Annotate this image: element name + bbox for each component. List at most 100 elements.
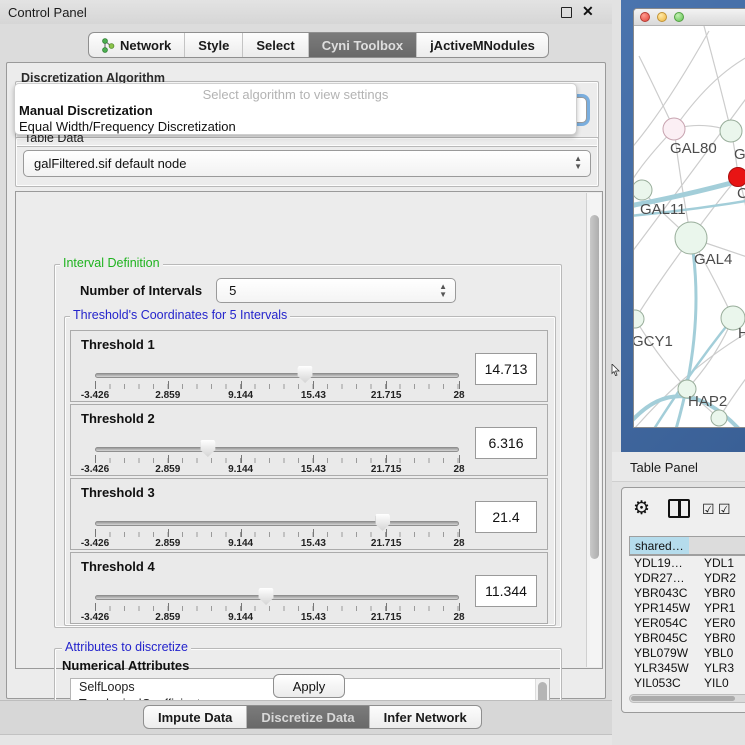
threshold-slider[interactable]: -3.4262.8599.14415.4321.71528	[95, 591, 459, 623]
tick-mark	[241, 603, 242, 611]
tick-label: 21.715	[371, 464, 402, 475]
tick-mark	[459, 381, 460, 389]
network-node[interactable]	[634, 310, 644, 328]
column-header[interactable]: na	[689, 537, 745, 554]
cyni-content-panel: Discretization Algorithm ▲▼ Select algor…	[6, 62, 606, 699]
network-graph: GAL80GAGAL11CGAL4GCY1HHAP2	[634, 26, 745, 428]
table-row[interactable]: YDR27… YDR2	[629, 571, 745, 586]
tick-label: 9.144	[228, 464, 253, 475]
top-tab[interactable]: Select	[243, 33, 308, 57]
bottom-tab[interactable]: Infer Network	[370, 706, 481, 728]
table-cell: YDL1	[699, 556, 736, 571]
apply-button[interactable]: Apply	[273, 674, 345, 698]
network-edge[interactable]	[635, 319, 687, 389]
number-of-intervals-combobox[interactable]: 5 ▲▼	[216, 278, 456, 303]
table-horizontal-scrollbar[interactable]	[629, 694, 745, 703]
table-row[interactable]: YIL053C YIL0	[629, 676, 745, 691]
threshold-value-field[interactable]: 14.713	[475, 353, 537, 385]
split-view-icon[interactable]	[668, 499, 690, 518]
threshold-value-field[interactable]: 21.4	[475, 501, 537, 533]
network-edge[interactable]	[639, 56, 674, 129]
slider-thumb[interactable]	[298, 366, 313, 383]
table-row[interactable]: YDL19… YDL1	[629, 556, 745, 571]
threshold-slider[interactable]: -3.4262.8599.14415.4321.71528	[95, 443, 459, 475]
slider-tick-labels: -3.4262.8599.14415.4321.71528	[95, 464, 459, 476]
table-row[interactable]: YER054C YER0	[629, 616, 745, 631]
slider-thumb[interactable]	[375, 514, 390, 531]
threshold-slider[interactable]: -3.4262.8599.14415.4321.71528	[95, 369, 459, 401]
network-window[interactable]: GAL80GAGAL11CGAL4GCY1HHAP2	[633, 8, 745, 428]
slider-track[interactable]	[95, 447, 459, 452]
table-row[interactable]: YBR043C YBR0	[629, 586, 745, 601]
table-cell: YER0	[699, 616, 737, 631]
dropdown-option[interactable]: Equal Width/Frequency Discretization	[15, 119, 576, 135]
column-header[interactable]: shared…	[630, 537, 689, 554]
table-row[interactable]: YBL079W YBL0	[629, 646, 745, 661]
tick-label: 15.43	[301, 538, 326, 549]
top-tab[interactable]: jActiveMNodules	[417, 33, 548, 57]
network-node-label: H	[738, 325, 745, 342]
table-cell: YIL0	[699, 676, 731, 691]
zoom-traffic-light-icon[interactable]	[674, 12, 684, 22]
panel-scrollbar[interactable]	[586, 193, 601, 667]
top-tab[interactable]: Network	[89, 33, 185, 57]
gear-icon[interactable]: ⚙	[633, 499, 650, 518]
slider-thumb[interactable]	[259, 588, 274, 605]
status-strip	[0, 734, 612, 745]
threshold-value: 11.344	[485, 583, 527, 599]
right-column: GAL80GAGAL11CGAL4GCY1HHAP2 Table Panel ⚙…	[612, 0, 745, 745]
network-node[interactable]	[663, 118, 685, 140]
panel-scrollbar-thumb[interactable]	[590, 215, 599, 559]
slider-track[interactable]	[95, 373, 459, 378]
network-edge[interactable]	[704, 26, 731, 131]
slider-thumb[interactable]	[200, 440, 215, 457]
network-node[interactable]	[711, 410, 727, 426]
threshold-value-field[interactable]: 6.316	[475, 427, 537, 459]
table-data-combobox[interactable]: galFiltered.sif default node ▲▼	[23, 150, 591, 177]
tick-label: -3.426	[81, 538, 109, 549]
minimize-traffic-light-icon[interactable]	[657, 12, 667, 22]
slider-track[interactable]	[95, 595, 459, 600]
top-tab[interactable]: Cyni Toolbox	[309, 33, 417, 57]
network-node[interactable]	[675, 222, 707, 254]
threshold-label: Threshold 4	[81, 559, 155, 574]
network-node-label: C	[737, 185, 745, 202]
bottom-tabbar: Impute Data Discretize Data Infer Networ…	[143, 705, 482, 729]
float-window-icon[interactable]	[561, 7, 572, 18]
network-node[interactable]	[634, 180, 652, 200]
combo-stepper-icon: ▲▼	[439, 283, 447, 299]
close-icon[interactable]: ✕	[582, 3, 594, 20]
combo-stepper-icon: ▲▼	[574, 155, 582, 171]
slider-ticks	[95, 530, 459, 537]
top-tab-label: Style	[198, 38, 229, 53]
table-row[interactable]: YBR045C YBR0	[629, 631, 745, 646]
bottom-tab-label: Discretize Data	[261, 710, 354, 725]
checkbox-icon[interactable]: ☑	[702, 501, 715, 518]
bottom-tab[interactable]: Discretize Data	[247, 706, 369, 728]
interval-definition-label: Interval Definition	[60, 256, 163, 270]
close-traffic-light-icon[interactable]	[640, 12, 650, 22]
table-row[interactable]: YPR145W YPR1	[629, 601, 745, 616]
number-of-intervals-label: Number of Intervals	[80, 283, 202, 298]
threshold-slider[interactable]: -3.4262.8599.14415.4321.71528	[95, 517, 459, 549]
table-cell: YIL053C	[629, 676, 699, 691]
tick-mark	[459, 529, 460, 537]
dropdown-option[interactable]: Manual Discretization	[15, 103, 576, 119]
threshold-value-field[interactable]: 11.344	[475, 575, 537, 607]
tick-label: 9.144	[228, 612, 253, 623]
checkbox-icon[interactable]: ☑	[718, 501, 731, 518]
network-canvas[interactable]: GAL80GAGAL11CGAL4GCY1HHAP2	[634, 26, 745, 428]
network-node[interactable]	[729, 168, 745, 187]
bottom-tab[interactable]: Impute Data	[144, 706, 247, 728]
network-node[interactable]	[720, 120, 742, 142]
dropdown-option-label: Manual Discretization	[19, 103, 153, 118]
slider-track[interactable]	[95, 521, 459, 526]
threshold-row: Threshold 3 -3.4262.8599.14415.4321.7152…	[70, 478, 548, 550]
panel-title: Control Panel	[8, 5, 87, 20]
network-edge[interactable]	[674, 51, 745, 129]
scrollbar-thumb[interactable]	[631, 696, 735, 701]
table-row[interactable]: YLR345W YLR3	[629, 661, 745, 676]
top-tab-label: Select	[256, 38, 294, 53]
top-tab[interactable]: Style	[185, 33, 243, 57]
column-header-label: shared…	[635, 539, 684, 553]
